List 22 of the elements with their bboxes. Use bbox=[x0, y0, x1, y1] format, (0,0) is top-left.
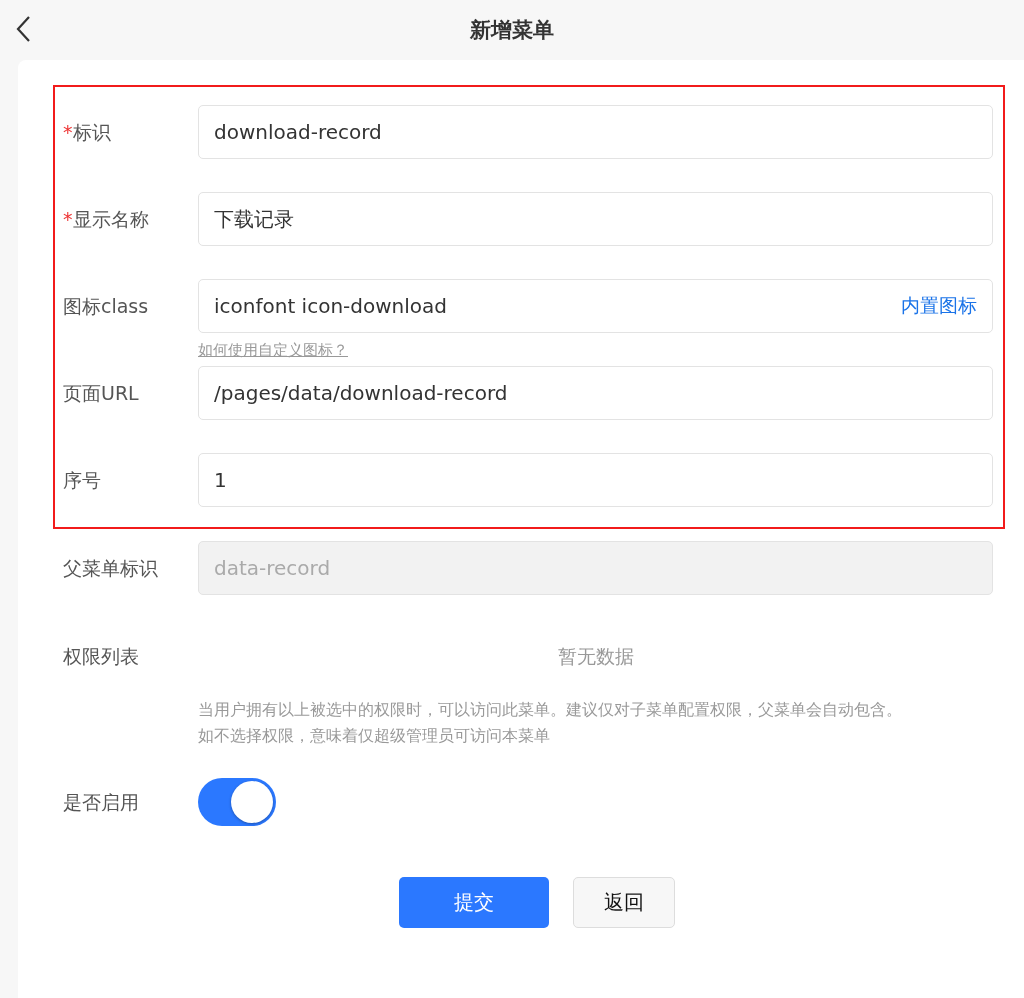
toggle-switch[interactable] bbox=[198, 778, 276, 826]
empty-text: 暂无数据 bbox=[557, 645, 634, 667]
input-field[interactable]: 下载记录 bbox=[198, 192, 993, 246]
help-text: 如不选择权限，意味着仅超级管理员可访问本菜单 bbox=[198, 725, 551, 747]
back-icon[interactable] bbox=[15, 15, 31, 43]
input-field[interactable]: 1 bbox=[198, 453, 993, 507]
field-label: 序号 bbox=[63, 468, 102, 493]
field-label: 父菜单标识 bbox=[63, 556, 159, 581]
field-label: 页面URL bbox=[63, 381, 140, 406]
field-label: 图标class bbox=[63, 294, 150, 319]
field-label: *显示名称 bbox=[63, 207, 150, 232]
submit-button[interactable]: 提交 bbox=[399, 877, 549, 928]
page-title: 新增菜单 bbox=[470, 17, 554, 44]
help-text: 当用户拥有以上被选中的权限时，可以访问此菜单。建议仅对子菜单配置权限，父菜单会自动包含。 bbox=[198, 699, 903, 721]
field-label: 权限列表 bbox=[63, 644, 140, 669]
field-label: 是否启用 bbox=[63, 790, 140, 815]
back-button[interactable]: 返回 bbox=[573, 877, 675, 928]
input-field[interactable]: download-record bbox=[198, 105, 993, 159]
input-field[interactable]: /pages/data/download-record bbox=[198, 366, 993, 420]
field-label: *标识 bbox=[63, 120, 112, 145]
builtin-icons-link[interactable]: 内置图标 bbox=[901, 293, 977, 319]
input-field[interactable]: iconfont icon-download 内置图标 bbox=[198, 279, 993, 333]
